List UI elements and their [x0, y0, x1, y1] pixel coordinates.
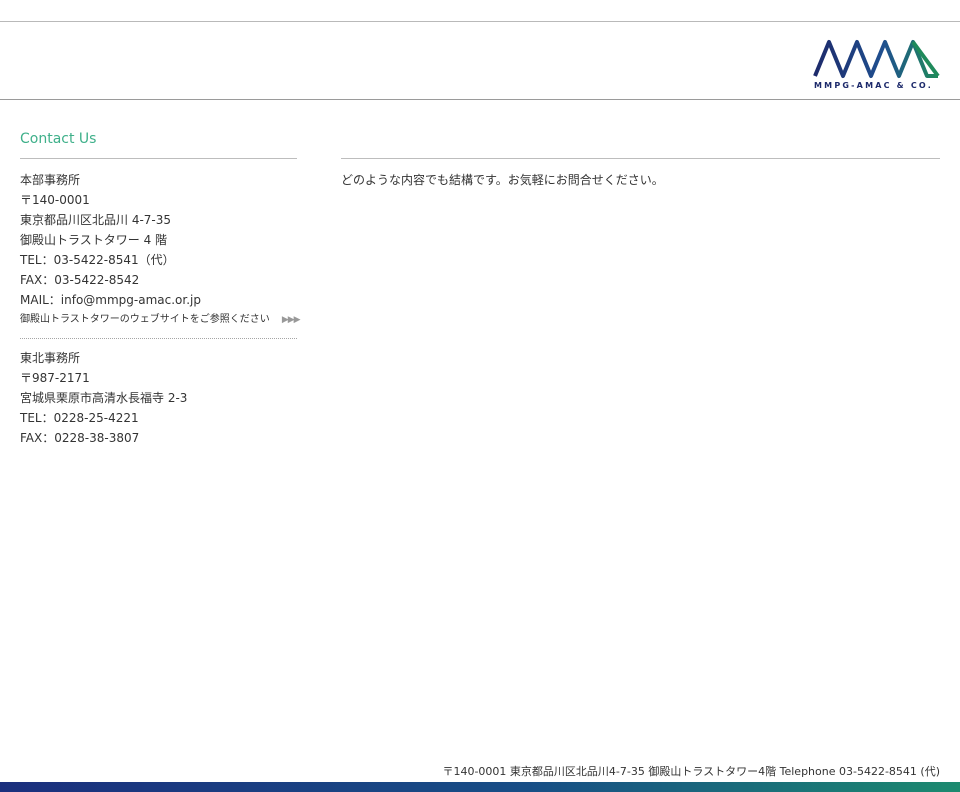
logo-text: MMPG-AMAC & CO.: [814, 81, 933, 90]
main-office-fax: FAX：03-5422-8542: [20, 273, 140, 287]
triple-arrow-icon: ▶▶▶: [281, 315, 301, 325]
tohoku-office-fax: FAX：0228-38-3807: [20, 431, 140, 445]
contact-title: Contact Us: [20, 131, 97, 147]
main-office-mail[interactable]: MAIL：info@mmpg-amac.or.jp: [20, 290, 300, 310]
footer-bar: [0, 782, 960, 792]
tohoku-office-address: 宮城県栗原市高清水長福寺 2-3: [20, 391, 188, 405]
tohoku-office-name: 東北事務所: [20, 351, 81, 365]
main-office-address: 東京都品川区北品川 4-7-35: [20, 213, 172, 227]
logo-mark-icon: [813, 40, 940, 78]
top-rule: [0, 21, 960, 22]
main-office-block: 本部事務所 〒140-0001 東京都品川区北品川 4-7-35 御殿山トラスト…: [20, 170, 301, 330]
left-column-divider: [20, 158, 297, 159]
tohoku-office-block: 東北事務所 〒987-2171 宮城県栗原市高清水長福寺 2-3 TEL：022…: [20, 348, 300, 448]
tohoku-office-tel: TEL：0228-25-4221: [20, 411, 139, 425]
main-office-name: 本部事務所: [20, 173, 81, 187]
tower-website-link-label: 御殿山トラストタワーのウェブサイトをご参照ください: [20, 314, 270, 325]
main-office-building: 御殿山トラストタワー 4 階: [20, 233, 168, 247]
contact-message: どのような内容でも結構です。お気軽にお問合せください。: [341, 173, 664, 187]
office-separator: [20, 338, 297, 339]
tohoku-office-postal: 〒987-2171: [20, 371, 90, 385]
main-office-tel: TEL：03-5422-8541（代）: [20, 253, 175, 267]
tower-website-link[interactable]: 御殿山トラストタワーのウェブサイトをご参照ください ▶▶▶: [20, 310, 301, 330]
header-divider: [0, 99, 960, 100]
right-column-divider: [341, 158, 940, 159]
footer-address: 〒140-0001 東京都品川区北品川4-7-35 御殿山トラストタワー4階 T…: [442, 765, 940, 778]
company-logo[interactable]: MMPG-AMAC & CO.: [812, 38, 944, 96]
main-office-postal: 〒140-0001: [20, 193, 90, 207]
